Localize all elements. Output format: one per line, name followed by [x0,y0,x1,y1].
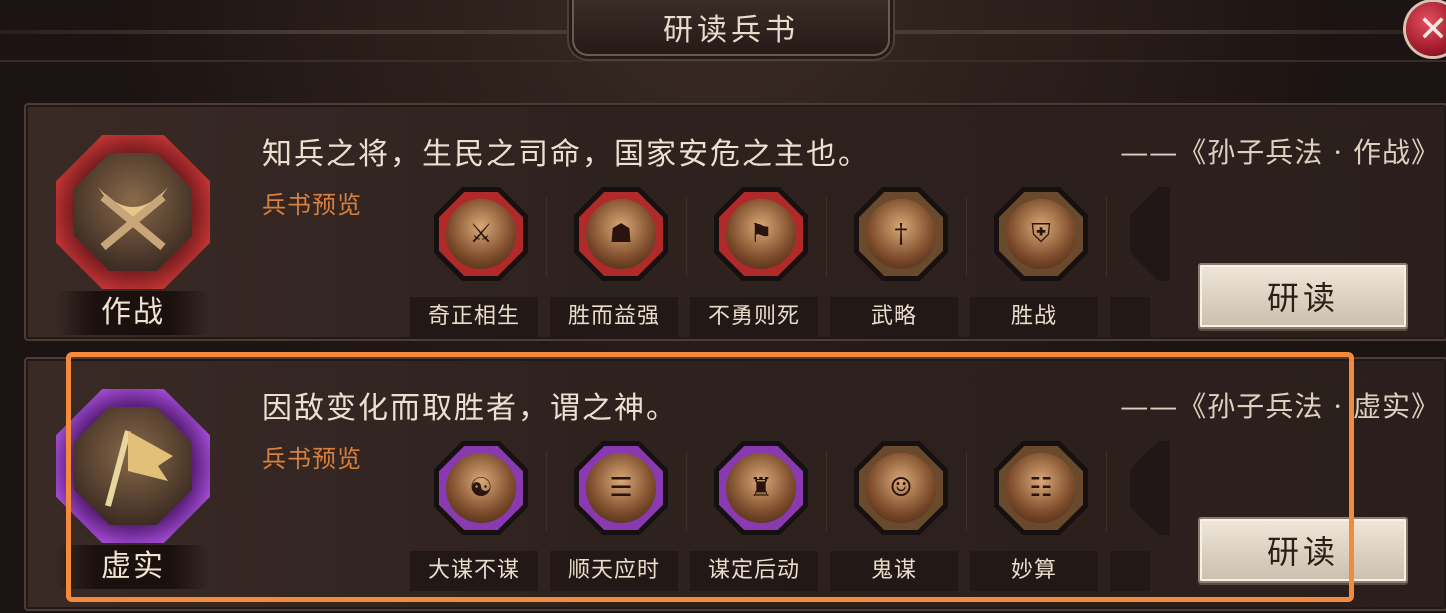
warrior-icon: ☗ [586,199,656,269]
strategist-icon: ☯ [446,453,516,523]
skill-name: 顺天应时 [550,551,678,591]
skill-item[interactable]: ☰ 顺天应时 [550,441,690,591]
war-banner-icon [74,407,192,525]
skill-name: 奇正相生 [410,297,538,337]
skill-item[interactable]: ☷ 妙算 [970,441,1110,591]
book-card-zuozhan: 作战 知兵之将，生民之司命，国家安危之主也。 ——《孙子兵法 · 作战》 兵书预… [24,103,1446,341]
study-button[interactable]: 研读 [1198,517,1408,583]
sword-icon: † [866,199,936,269]
page-title: 研读兵书 [663,13,799,48]
book-emblem [56,389,210,543]
skill-name: 胜战 [970,297,1098,337]
skill-name: 武略 [830,297,958,337]
book-emblem [56,135,210,289]
crossed-swords-icon [74,153,192,271]
skill-item[interactable]: ⚔ 奇正相生 [410,187,550,337]
skill-item[interactable]: ⛨ 胜战 [970,187,1110,337]
scroll-icon: ☷ [1006,453,1076,523]
book-emblem-label: 虚实 [56,545,210,589]
scroll-sword-icon: ⚔ [446,199,516,269]
skill-item[interactable]: ♜ 谋定后动 [690,441,830,591]
header-divider [0,60,1446,62]
skill-item[interactable]: ☗ 胜而益强 [550,187,690,337]
book-source: ——《孙子兵法 · 作战》 [1120,136,1440,169]
skill-item[interactable]: ☺ 鬼谋 [830,441,970,591]
skill-name: 谋定后动 [690,551,818,591]
skill-name: 鬼谋 [830,551,958,591]
book-quote: 因敌变化而取胜者，谓之神。 [262,391,678,426]
book-quote: 知兵之将，生民之司命，国家安危之主也。 [262,137,870,172]
book-source: ——《孙子兵法 · 虚实》 [1120,390,1440,423]
planner-icon: ♜ [726,453,796,523]
shield-icon: ⛨ [1006,199,1076,269]
skill-item[interactable]: ☯ 大谋不谋 [410,441,550,591]
skill-name: 不勇则死 [690,297,818,337]
skill-item[interactable]: † 武略 [830,187,970,337]
skill-item[interactable]: ⚑ 不勇则死 [690,187,830,337]
sky-scroll-icon: ☰ [586,453,656,523]
skill-name: 胜而益强 [550,297,678,337]
study-button[interactable]: 研读 [1198,263,1408,329]
skill-item-partial [1110,187,1170,337]
skill-list: ☯ 大谋不谋 ☰ 顺天应时 ♜ 谋定后动 ☺ 鬼谋 ☷ 妙算 [410,441,1170,591]
preview-label: 兵书预览 [262,191,362,219]
charging-warrior-icon: ⚑ [726,199,796,269]
close-icon: ✕ [1417,8,1446,50]
book-emblem-label: 作战 [56,291,210,335]
skill-item-partial [1110,441,1170,591]
title-plate: 研读兵书 [572,0,890,56]
book-card-xushi: 虚实 因敌变化而取胜者，谓之神。 ——《孙子兵法 · 虚实》 兵书预览 ☯ 大谋… [24,357,1446,611]
skill-list: ⚔ 奇正相生 ☗ 胜而益强 ⚑ 不勇则死 † 武略 ⛨ 胜战 [410,187,1170,337]
skill-name: 妙算 [970,551,1098,591]
mask-icon: ☺ [866,453,936,523]
skill-name: 大谋不谋 [410,551,538,591]
preview-label: 兵书预览 [262,445,362,473]
